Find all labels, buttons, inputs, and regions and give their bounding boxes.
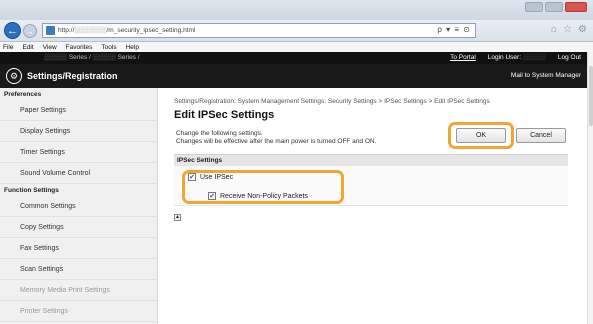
maximize-button[interactable] bbox=[545, 2, 563, 12]
ok-button[interactable]: OK bbox=[456, 128, 506, 143]
login-user-name: ░░░░░ bbox=[522, 54, 546, 61]
use-ipsec-checkbox[interactable]: ✔ bbox=[188, 173, 196, 181]
description-line-1: Change the following settings. bbox=[176, 130, 263, 137]
sidebar: Preferences Paper Settings Display Setti… bbox=[0, 88, 158, 324]
menu-edit[interactable]: Edit bbox=[22, 44, 33, 51]
arrow-right-icon: → bbox=[26, 26, 34, 36]
user-links: To Portal Login User: ░░░░░ Log Out bbox=[450, 54, 581, 61]
to-portal-link[interactable]: To Portal bbox=[450, 54, 476, 61]
main-content: Settings/Registration: System Management… bbox=[158, 88, 587, 324]
description-line-2: Changes will be effective after the main… bbox=[176, 138, 377, 145]
window-controls bbox=[525, 2, 587, 12]
page-description: Change the following settings. Changes w… bbox=[176, 130, 376, 146]
page-favicon-icon bbox=[46, 26, 55, 35]
close-window-button[interactable] bbox=[565, 2, 587, 12]
arrow-left-icon: ← bbox=[7, 24, 18, 37]
back-to-top-button[interactable]: ▲ bbox=[174, 214, 181, 221]
ipsec-settings-panel: ✔ Use IPSec ✔ Receive Non-Policy Packets bbox=[174, 166, 568, 206]
non-policy-row: ✔ Receive Non-Policy Packets bbox=[208, 192, 308, 200]
sidebar-item-printer-settings[interactable]: Printer Settings bbox=[0, 301, 157, 322]
menu-favorites[interactable]: Favorites bbox=[66, 44, 93, 51]
sidebar-item-display-settings[interactable]: Display Settings bbox=[0, 121, 157, 142]
vertical-scrollbar[interactable] bbox=[587, 52, 593, 324]
sidebar-heading-preferences: Preferences bbox=[4, 90, 42, 98]
minimize-button[interactable] bbox=[525, 2, 543, 12]
sidebar-item-memory-media-print-settings[interactable]: Memory Media Print Settings bbox=[0, 280, 157, 301]
sidebar-item-paper-settings[interactable]: Paper Settings bbox=[0, 100, 157, 121]
app-top-strip: ░░░░░ Series / ░░░░░ Series / To Portal … bbox=[0, 52, 587, 64]
app-header: ⚙ Settings/Registration Mail to System M… bbox=[0, 64, 587, 88]
favorites-star-icon[interactable]: ☆ bbox=[563, 24, 572, 35]
settings-logo-icon: ⚙ bbox=[6, 68, 22, 84]
receive-non-policy-packets-checkbox[interactable]: ✔ bbox=[208, 192, 216, 200]
window-title-bar bbox=[0, 0, 593, 20]
address-text: http://░░░░░░░/m_security_ipsec_setting.… bbox=[58, 27, 196, 34]
page-title: Edit IPSec Settings bbox=[174, 109, 275, 121]
address-bar[interactable]: http://░░░░░░░/m_security_ipsec_setting.… bbox=[42, 23, 476, 38]
menu-view[interactable]: View bbox=[43, 44, 57, 51]
cancel-button[interactable]: Cancel bbox=[516, 128, 566, 143]
browser-nav-bar: ← → http://░░░░░░░/m_security_ipsec_sett… bbox=[0, 20, 593, 42]
use-ipsec-label: Use IPSec bbox=[200, 173, 234, 181]
menu-help[interactable]: Help bbox=[126, 44, 139, 51]
sidebar-item-common-settings[interactable]: Common Settings bbox=[0, 196, 157, 217]
device-model-text: ░░░░░ Series / ░░░░░ Series / bbox=[44, 54, 140, 61]
browser-menu-bar: File Edit View Favorites Tools Help bbox=[0, 42, 593, 52]
forward-button[interactable]: → bbox=[23, 24, 37, 38]
logout-link[interactable]: Log Out bbox=[558, 54, 581, 61]
sidebar-item-timer-settings[interactable]: Timer Settings bbox=[0, 142, 157, 163]
sidebar-heading-function-settings: Function Settings bbox=[4, 186, 59, 194]
mail-to-system-manager-link[interactable]: Mail to System Manager bbox=[511, 72, 581, 79]
back-button[interactable]: ← bbox=[4, 22, 21, 39]
app-title: Settings/Registration bbox=[27, 71, 118, 81]
menu-tools[interactable]: Tools bbox=[101, 44, 116, 51]
address-tools-icons[interactable]: ρ ▾ ≡ ⊙ bbox=[437, 25, 471, 34]
sidebar-item-scan-settings[interactable]: Scan Settings bbox=[0, 259, 157, 280]
sidebar-item-fax-settings[interactable]: Fax Settings bbox=[0, 238, 157, 259]
use-ipsec-row: ✔ Use IPSec bbox=[188, 173, 233, 181]
sidebar-item-sound-volume-control[interactable]: Sound Volume Control bbox=[0, 163, 157, 184]
login-user-label: Login User: ░░░░░ bbox=[488, 54, 546, 61]
breadcrumb: Settings/Registration: System Management… bbox=[174, 98, 490, 105]
tools-gear-icon[interactable]: ⚙ bbox=[578, 24, 587, 35]
scrollbar-thumb[interactable] bbox=[589, 66, 593, 126]
menu-file[interactable]: File bbox=[3, 44, 13, 51]
browser-toolbar-icons: ⌂ ☆ ⚙ bbox=[551, 24, 587, 35]
receive-non-policy-packets-label: Receive Non-Policy Packets bbox=[220, 192, 308, 200]
home-icon[interactable]: ⌂ bbox=[551, 24, 557, 35]
section-header-ipsec-settings: IPSec Settings bbox=[174, 154, 568, 166]
sidebar-item-copy-settings[interactable]: Copy Settings bbox=[0, 217, 157, 238]
login-user-caption: Login User: bbox=[487, 54, 522, 61]
